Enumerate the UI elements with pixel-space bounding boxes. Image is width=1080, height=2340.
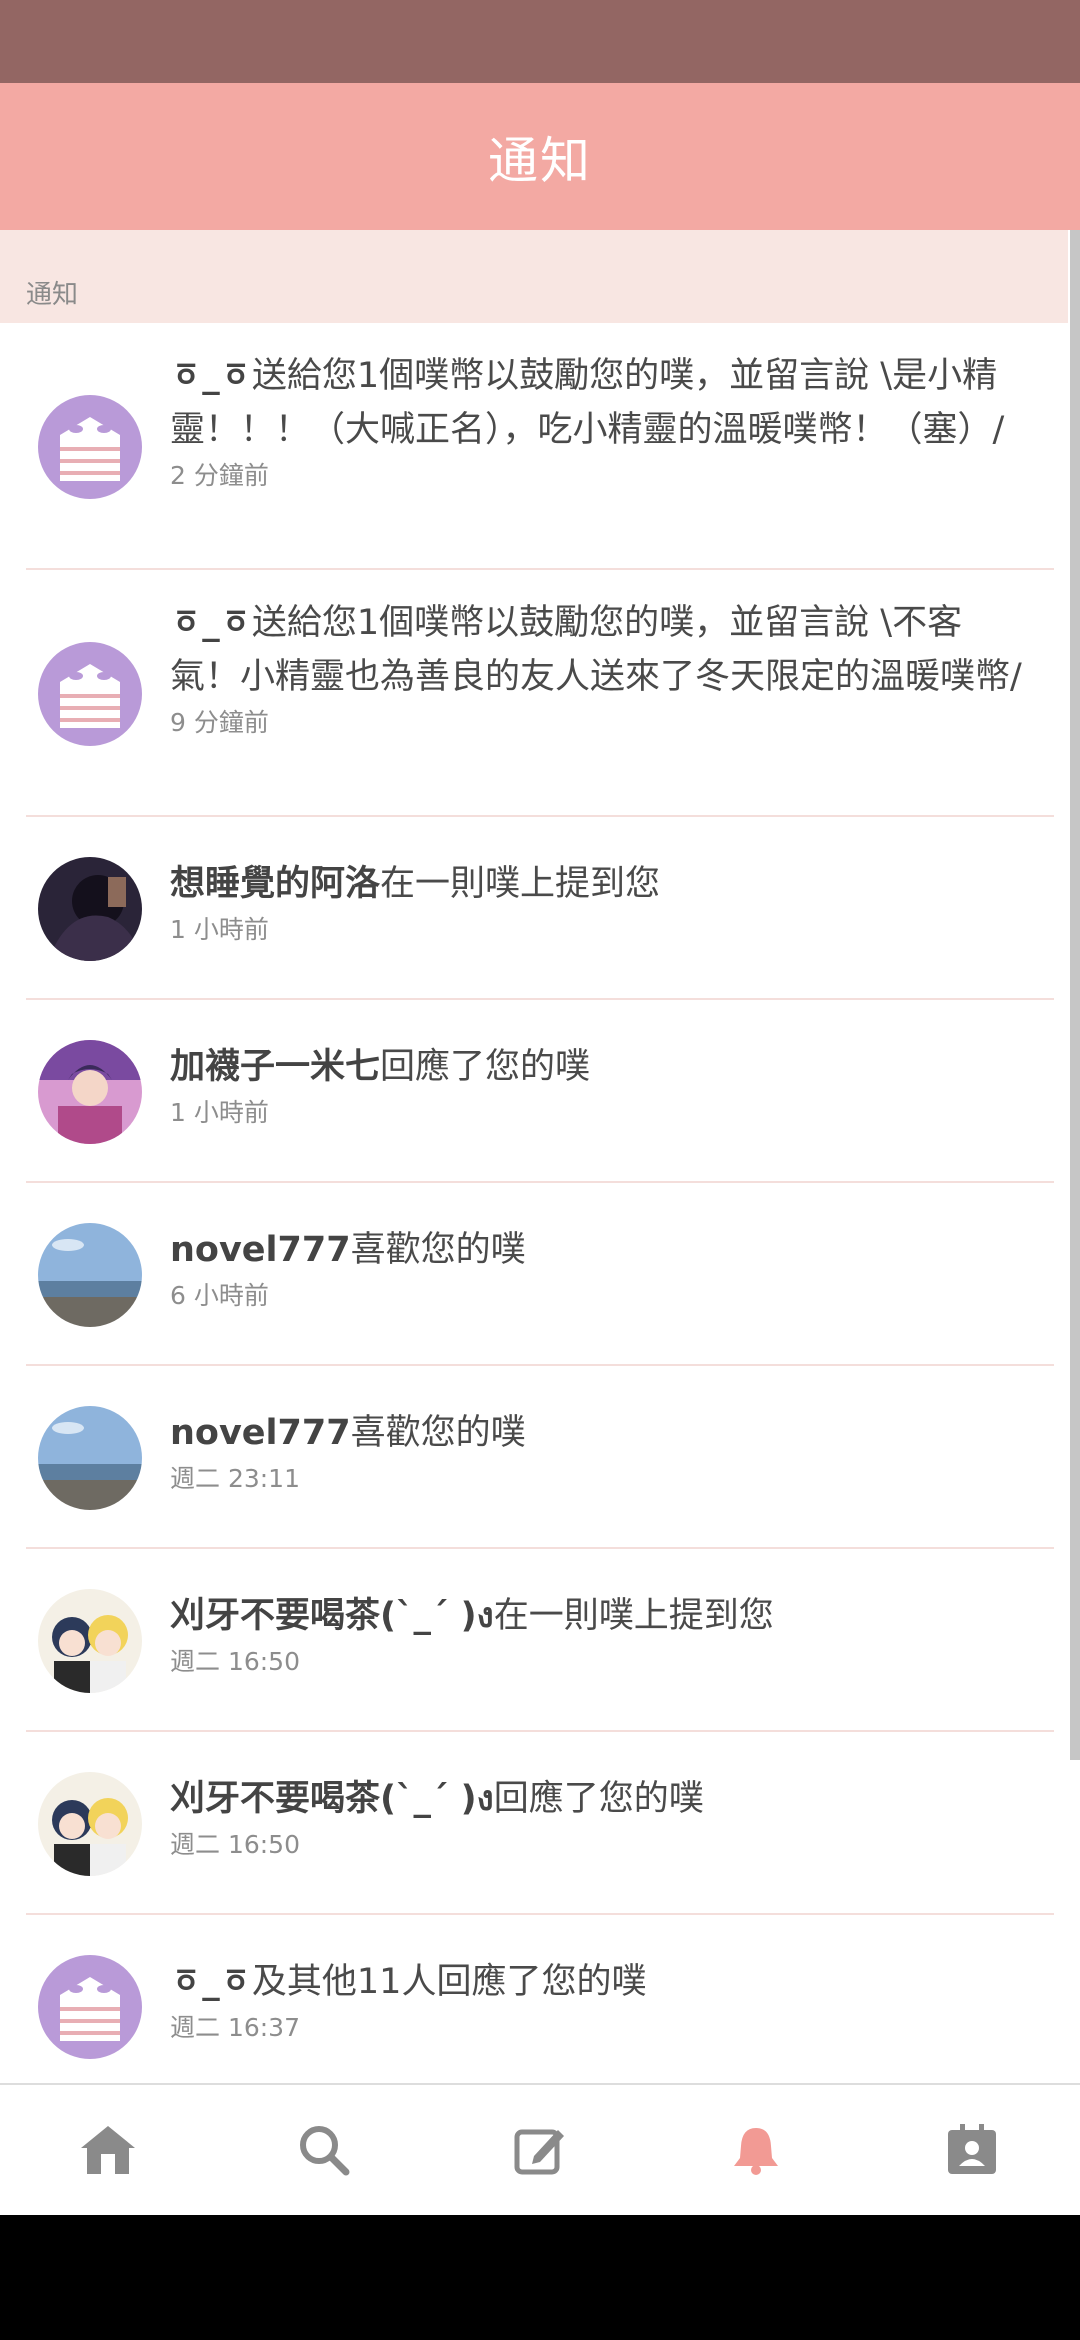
avatar[interactable]: [38, 857, 142, 961]
timestamp: 週二 23:11: [170, 1464, 300, 1493]
timestamp: 6 小時前: [170, 1281, 269, 1310]
user-name[interactable]: 刈牙不要喝茶(ˋ_ˊ )ง: [170, 1779, 494, 1819]
avatar[interactable]: [38, 1589, 142, 1693]
search-icon: [300, 2126, 350, 2176]
notification-text: 在一則噗上提到您: [380, 864, 661, 904]
notification-text: 及其他11人回應了您的噗: [251, 1962, 647, 2002]
notification-item[interactable]: novel777喜歡您的噗 6 小時前: [0, 1183, 1068, 1366]
nav-profile[interactable]: [864, 2085, 1080, 2215]
dark-avatar-icon: [38, 857, 142, 961]
mask-avatar-icon: [38, 395, 142, 499]
beach-avatar-icon: [38, 1406, 142, 1510]
timestamp: 2 分鐘前: [170, 461, 269, 490]
user-name[interactable]: novel777: [170, 1230, 351, 1270]
status-bar: [0, 0, 1080, 83]
avatar[interactable]: [38, 1955, 142, 2059]
profile-icon: [948, 2124, 996, 2174]
user-name[interactable]: 加襪子一米七: [170, 1047, 380, 1087]
timestamp: 1 小時前: [170, 1098, 269, 1127]
avatar[interactable]: [38, 1223, 142, 1327]
timestamp: 週二 16:37: [170, 2013, 300, 2042]
app-header: 通知: [0, 83, 1080, 230]
avatar[interactable]: [38, 395, 142, 499]
system-nav-bar: [0, 2215, 1080, 2340]
nav-compose[interactable]: [432, 2085, 648, 2215]
nav-notifications[interactable]: [648, 2085, 864, 2215]
timestamp: 週二 16:50: [170, 1647, 300, 1676]
user-name[interactable]: novel777: [170, 1413, 351, 1453]
compose-icon: [514, 2129, 564, 2175]
section-label: 通知: [26, 280, 79, 310]
user-name[interactable]: 想睡覺的阿洛: [170, 864, 380, 904]
anime-avatar-icon: [38, 1040, 142, 1144]
notification-text: 在一則噗上提到您: [493, 1596, 774, 1636]
notification-list: ㆆ_ㆆ送給您1個噗幣以鼓勵您的噗，並留言說 \是小精靈！！！（大喊正名），吃小精…: [0, 323, 1068, 2083]
user-name[interactable]: ㆆ_ㆆ: [170, 356, 252, 396]
notification-item[interactable]: 刈牙不要喝茶(ˋ_ˊ )ง回應了您的噗 週二 16:50: [0, 1732, 1068, 1915]
notification-item[interactable]: ㆆ_ㆆ及其他11人回應了您的噗 週二 16:37: [0, 1915, 1068, 2083]
notification-text: 喜歡您的噗: [350, 1230, 526, 1270]
notification-item[interactable]: ㆆ_ㆆ送給您1個噗幣以鼓勵您的噗，並留言說 \不客氣！小精靈也為善良的友人送來了…: [0, 570, 1068, 817]
duo-avatar-icon: [38, 1772, 142, 1876]
mask-avatar-icon: [38, 1955, 142, 2059]
notification-item[interactable]: novel777喜歡您的噗 週二 23:11: [0, 1366, 1068, 1549]
avatar[interactable]: [38, 642, 142, 746]
notification-text: 回應了您的噗: [380, 1047, 591, 1087]
timestamp: 1 小時前: [170, 915, 269, 944]
bottom-nav: [0, 2083, 1080, 2215]
duo-avatar-icon: [38, 1589, 142, 1693]
page-title: 通知: [488, 131, 592, 190]
notification-item[interactable]: 加襪子一米七回應了您的噗 1 小時前: [0, 1000, 1068, 1183]
mask-avatar-icon: [38, 642, 142, 746]
avatar[interactable]: [38, 1772, 142, 1876]
timestamp: 週二 16:50: [170, 1830, 300, 1859]
home-icon: [81, 2126, 135, 2174]
notification-item[interactable]: ㆆ_ㆆ送給您1個噗幣以鼓勵您的噗，並留言說 \是小精靈！！！（大喊正名），吃小精…: [0, 323, 1068, 570]
user-name[interactable]: ㆆ_ㆆ: [170, 1962, 252, 2002]
beach-avatar-icon: [38, 1223, 142, 1327]
nav-search[interactable]: [216, 2085, 432, 2215]
user-name[interactable]: ㆆ_ㆆ: [170, 603, 252, 643]
bell-icon: [734, 2128, 778, 2175]
notification-item[interactable]: 刈牙不要喝茶(ˋ_ˊ )ง在一則噗上提到您 週二 16:50: [0, 1549, 1068, 1732]
user-name[interactable]: 刈牙不要喝茶(ˋ_ˊ )ง: [170, 1596, 494, 1636]
notification-text: 送給您1個噗幣以鼓勵您的噗，並留言說 \是小精靈！！！（大喊正名），吃小精靈的溫…: [170, 356, 1005, 450]
notification-text: 喜歡您的噗: [350, 1413, 526, 1453]
timestamp: 9 分鐘前: [170, 708, 269, 737]
notification-text: 送給您1個噗幣以鼓勵您的噗，並留言說 \不客氣！小精靈也為善良的友人送來了冬天限…: [170, 603, 1022, 697]
notification-text: 回應了您的噗: [493, 1779, 704, 1819]
notification-item[interactable]: 想睡覺的阿洛在一則噗上提到您 1 小時前: [0, 817, 1068, 1000]
scrollbar[interactable]: [1070, 230, 1080, 1760]
avatar[interactable]: [38, 1406, 142, 1510]
avatar[interactable]: [38, 1040, 142, 1144]
section-header: 通知: [0, 230, 1068, 323]
nav-home[interactable]: [0, 2085, 216, 2215]
